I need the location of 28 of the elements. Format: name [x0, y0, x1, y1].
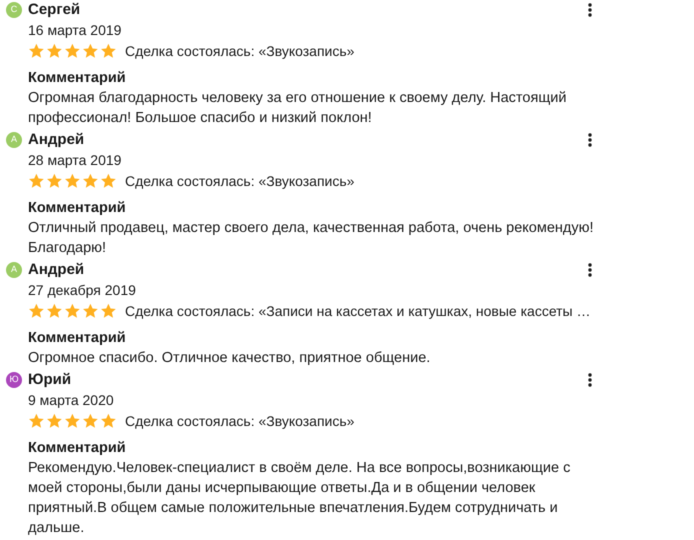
comment-text: Рекомендую.Человек-специалист в своём деле. На все вопросы,возникающие с моей стороны,были даны исчерпывающие ответы.Да и в общении человек приятный.В общем самые положительные впечатления.Будем сотрудничать и дальше.: [28, 459, 572, 538]
review-date: 16 марта 2019: [28, 21, 122, 40]
deal-text: Сделка состоялась: «Записи на кассетах и катушках, новые кассеты …: [125, 302, 591, 321]
avatar: С: [6, 2, 22, 18]
review-date: 27 декабря 2019: [28, 281, 137, 300]
reviewer-name: Юрий: [28, 370, 72, 390]
deal-text: Сделка состоялась: «Звукозапись»: [125, 412, 354, 431]
reviewer-name: Андрей: [28, 260, 84, 280]
avatar: А: [6, 132, 22, 148]
reviewer-name: Андрей: [28, 130, 84, 150]
comment-text: Огромная благодарность человеку за его отношение к своему делу. Настоящий профессионал! Большое спасибо и низкий поклон!: [28, 89, 568, 128]
comment-label: Комментарий: [28, 199, 127, 218]
more-icon[interactable]: [588, 133, 592, 147]
comment-text: Огромное спасибо. Отличное качество, приятное общение.: [28, 349, 432, 368]
avatar: Ю: [6, 372, 22, 388]
comment-label: Комментарий: [28, 329, 127, 348]
comment-label: Комментарий: [28, 69, 127, 88]
avatar: А: [6, 262, 22, 278]
more-icon[interactable]: [588, 3, 592, 17]
review-date: 28 марта 2019: [28, 151, 122, 170]
deal-text: Сделка состоялась: «Звукозапись»: [125, 42, 354, 61]
comment-text: Отличный продавец, мастер своего дела, качественная работа, очень рекомендую! Благодарю!: [28, 219, 594, 258]
comment-label: Комментарий: [28, 439, 127, 458]
deal-text: Сделка состоялась: «Звукозапись»: [125, 172, 354, 191]
more-icon[interactable]: [588, 373, 592, 387]
more-icon[interactable]: [588, 263, 592, 277]
reviewer-name: Сергей: [28, 0, 80, 20]
review-date: 9 марта 2020: [28, 391, 115, 410]
